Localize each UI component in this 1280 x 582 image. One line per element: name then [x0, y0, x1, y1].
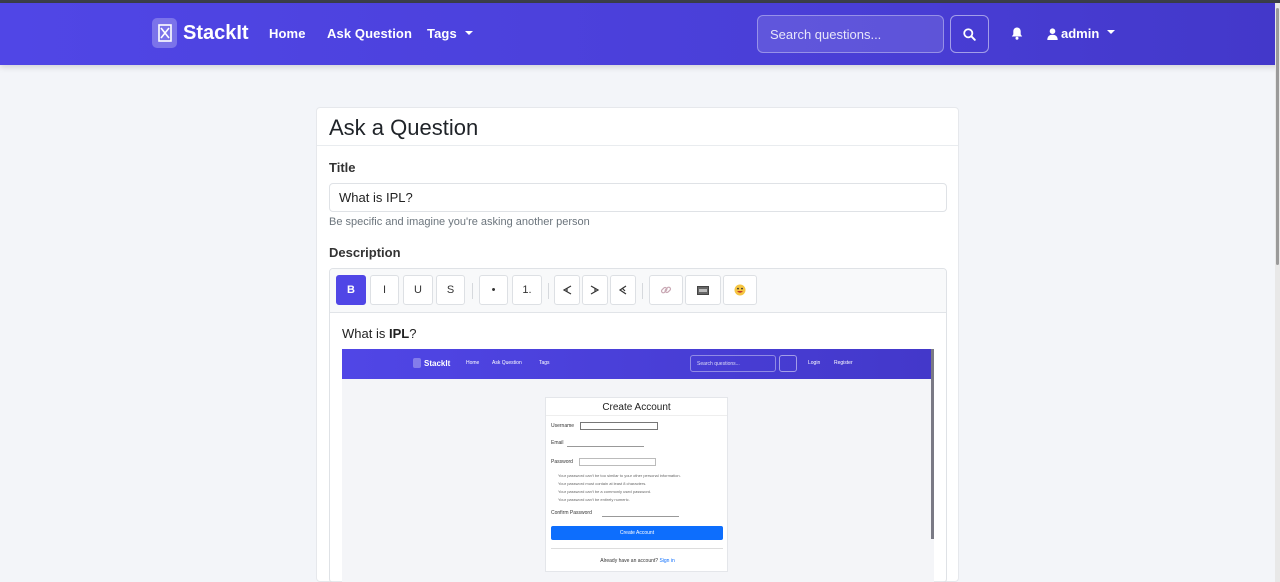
embedded-register: Register — [834, 360, 853, 366]
embedded-password-rule: Your password can't be entirely numeric. — [558, 497, 630, 502]
page-title: Ask a Question — [329, 115, 479, 140]
embedded-username-field — [580, 422, 658, 430]
align-left-icon — [562, 285, 572, 295]
emoji-icon — [734, 284, 746, 296]
toolbar-separator — [472, 283, 473, 299]
align-right-button[interactable] — [610, 275, 636, 305]
nav-tags-label: Tags — [427, 26, 457, 41]
editor-paragraph: What is IPL? — [342, 326, 934, 341]
editor-toolbar: B I U S • 1. — [330, 269, 946, 313]
search-icon — [963, 27, 976, 41]
embedded-username-label: Username — [551, 423, 575, 429]
embedded-scrollbar — [931, 349, 934, 539]
card-header: Ask a Question — [317, 108, 958, 146]
username: admin — [1061, 26, 1100, 41]
embedded-create-button: Create Account — [551, 526, 723, 540]
embedded-password-rule: Your password must contain at least 8 ch… — [558, 481, 647, 486]
bullet-list-button[interactable]: • — [479, 275, 508, 305]
embedded-divider — [551, 548, 723, 549]
editor-text-plain: What is — [342, 326, 389, 341]
embedded-nav-ask: Ask Question — [492, 360, 522, 366]
toolbar-separator — [642, 283, 643, 299]
embedded-screenshot-image: StackIt Home Ask Question Tags Search qu… — [342, 349, 934, 582]
page-scrollbar[interactable] — [1275, 3, 1280, 582]
stackit-logo-icon — [413, 358, 421, 368]
strikethrough-button[interactable]: S — [436, 275, 465, 305]
embedded-nav-tags: Tags — [539, 360, 550, 366]
nav-ask-question[interactable]: Ask Question — [327, 26, 412, 41]
embedded-password-rule: Your password can't be a commonly used p… — [558, 489, 652, 494]
embedded-confirm-field — [602, 516, 679, 517]
chevron-down-icon — [464, 30, 473, 35]
brand-name: StackIt — [183, 21, 249, 44]
italic-button[interactable]: I — [370, 275, 399, 305]
link-icon — [660, 286, 672, 294]
editor-text-bold: IPL — [388, 326, 410, 341]
search-button[interactable] — [950, 15, 989, 53]
align-left-button[interactable] — [554, 275, 580, 305]
brand[interactable]: StackIt — [152, 18, 249, 48]
numbered-list-button[interactable]: 1. — [512, 275, 542, 305]
embedded-login: Login — [808, 360, 821, 366]
embedded-confirm-label: Confirm Password — [551, 510, 592, 516]
embedded-footer: Already have an account? Sign in — [546, 558, 729, 564]
embedded-navbar: StackIt Home Ask Question Tags Search qu… — [342, 349, 932, 379]
navbar: StackIt Home Ask Question Tags admin — [0, 3, 1280, 65]
align-center-button[interactable] — [582, 275, 608, 305]
embedded-password-field — [579, 458, 656, 466]
scrollbar-thumb[interactable] — [1276, 8, 1279, 265]
nav-home[interactable]: Home — [269, 26, 306, 41]
rich-text-editor: B I U S • 1. What is IPL? StackIt Home A… — [329, 268, 947, 582]
title-help-text: Be specific and imagine you're asking an… — [329, 216, 590, 228]
embedded-brand-name: StackIt — [424, 358, 451, 368]
bell-icon[interactable] — [1011, 27, 1023, 45]
editor-text-plain: ? — [409, 326, 417, 341]
embedded-signin-link: Sign in — [659, 558, 675, 564]
embedded-password-rule: Your password can't be too similar to yo… — [558, 473, 681, 478]
embedded-password-label: Password — [551, 459, 573, 465]
image-button[interactable] — [685, 275, 721, 305]
title-label: Title — [329, 160, 356, 175]
underline-button[interactable]: U — [403, 275, 433, 305]
bold-button[interactable]: B — [336, 275, 366, 305]
link-button[interactable] — [649, 275, 683, 305]
embedded-search-button — [779, 355, 797, 372]
title-input[interactable] — [329, 183, 947, 212]
ask-question-card: Ask a Question Title Be specific and ima… — [316, 107, 959, 582]
search-input[interactable] — [757, 15, 944, 53]
user-icon — [1047, 27, 1058, 40]
embedded-nav-home: Home — [466, 360, 480, 366]
stackit-logo-icon — [152, 18, 177, 48]
align-right-icon — [618, 285, 627, 295]
emoji-button[interactable] — [723, 275, 757, 305]
embedded-footer-text: Already have an account? — [600, 558, 659, 564]
toolbar-separator — [548, 283, 549, 299]
user-menu[interactable]: admin — [1047, 26, 1116, 41]
description-label: Description — [329, 245, 401, 260]
align-center-icon — [590, 285, 600, 295]
nav-tags-dropdown[interactable]: Tags — [427, 26, 473, 41]
embedded-card-title: Create Account — [546, 398, 727, 416]
embedded-create-account-card: Create Account Username Email Password Y… — [545, 397, 728, 572]
embedded-search: Search questions... — [690, 355, 776, 372]
embedded-brand: StackIt — [413, 358, 450, 368]
chevron-down-icon — [1107, 29, 1116, 34]
embedded-email-label: Email — [551, 440, 564, 446]
embedded-email-field — [567, 446, 644, 447]
image-icon — [697, 285, 709, 295]
editor-content[interactable]: What is IPL? — [330, 313, 946, 354]
